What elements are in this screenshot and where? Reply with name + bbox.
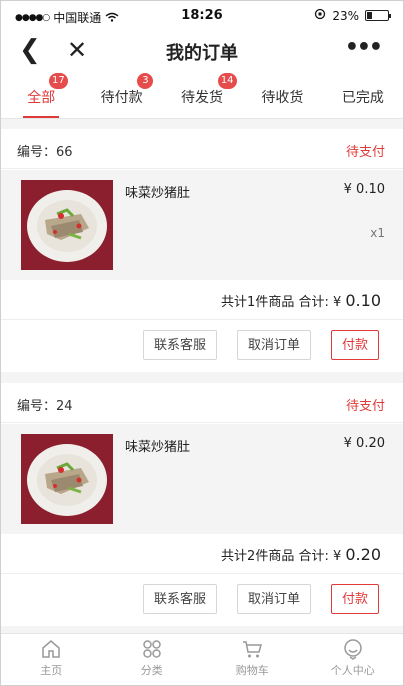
contact-service-button[interactable]: 联系客服 bbox=[143, 584, 218, 614]
order-tabs: 全部 17 待付款 3 待发货 14 待收货 已完成 bbox=[1, 71, 403, 119]
category-icon bbox=[143, 640, 161, 658]
tab-badge: 3 bbox=[137, 73, 154, 89]
product-quantity: x1 bbox=[370, 226, 385, 240]
product-name: 味菜炒猪肚 bbox=[125, 440, 191, 455]
bottom-tab-home[interactable]: 主页 bbox=[1, 634, 102, 685]
product-image bbox=[21, 180, 113, 270]
tab-pending-receipt[interactable]: 待收货 bbox=[242, 71, 322, 118]
product-price: ¥ 0.10 bbox=[343, 182, 385, 197]
product-image bbox=[21, 434, 113, 524]
orientation-lock-icon bbox=[314, 8, 326, 23]
summary-label: 共计2件商品 合计: ¥ bbox=[221, 549, 342, 564]
tab-pending-payment[interactable]: 待付款 3 bbox=[81, 71, 161, 118]
cancel-order-button[interactable]: 取消订单 bbox=[237, 584, 312, 614]
product-price: ¥ 0.20 bbox=[343, 436, 385, 451]
bottom-tab-cart[interactable]: 购物车 bbox=[202, 634, 303, 685]
order-status: 待支付 bbox=[345, 399, 385, 414]
order-number: 编号：66 bbox=[17, 145, 73, 160]
status-bar: ●●●●○ 中国联通 18:26 23% bbox=[1, 1, 403, 31]
profile-icon bbox=[344, 639, 362, 660]
order-number: 编号：24 bbox=[17, 399, 73, 414]
pay-button[interactable]: 付款 bbox=[331, 584, 380, 614]
order-card: 编号：66 待支付 味菜炒猪肚 ¥ 0.10 x1 共计1件商品 合计: ¥ 0… bbox=[1, 129, 403, 372]
page-title: 我的订单 bbox=[166, 43, 238, 64]
summary-total: 0.20 bbox=[345, 545, 381, 564]
bottom-tab-category[interactable]: 分类 bbox=[102, 634, 203, 685]
more-icon[interactable]: ••• bbox=[345, 35, 383, 60]
cancel-order-button[interactable]: 取消订单 bbox=[237, 330, 312, 360]
order-actions: 联系客服 取消订单 付款 bbox=[1, 320, 403, 372]
product-name: 味菜炒猪肚 bbox=[125, 186, 191, 201]
order-summary: 共计1件商品 合计: ¥ 0.10 bbox=[1, 280, 403, 320]
phone-screen: ●●●●○ 中国联通 18:26 23% ❮ ✕ 我的订单 ••• 全部 17 … bbox=[0, 0, 404, 686]
tab-badge: 14 bbox=[217, 73, 237, 89]
tab-pending-shipment[interactable]: 待发货 14 bbox=[162, 71, 242, 118]
order-summary: 共计2件商品 合计: ¥ 0.20 bbox=[1, 534, 403, 574]
contact-service-button[interactable]: 联系客服 bbox=[143, 330, 218, 360]
bottom-tab-bar: 主页 分类 购物车 个人中心 bbox=[1, 633, 403, 685]
battery-percent: 23% bbox=[332, 8, 359, 23]
pay-button[interactable]: 付款 bbox=[331, 330, 380, 360]
summary-total: 0.10 bbox=[345, 291, 381, 310]
cart-icon bbox=[243, 641, 263, 658]
order-item[interactable]: 味菜炒猪肚 ¥ 0.10 x1 bbox=[1, 170, 403, 280]
summary-label: 共计1件商品 合计: ¥ bbox=[221, 295, 342, 310]
bottom-tab-profile[interactable]: 个人中心 bbox=[303, 634, 404, 685]
tab-badge: 17 bbox=[49, 73, 68, 89]
order-status: 待支付 bbox=[345, 145, 385, 160]
tab-all[interactable]: 全部 17 bbox=[1, 71, 81, 118]
order-actions: 联系客服 取消订单 付款 bbox=[1, 574, 403, 626]
tab-completed[interactable]: 已完成 bbox=[323, 71, 403, 118]
nav-bar: ❮ ✕ 我的订单 ••• bbox=[1, 31, 403, 71]
order-item[interactable]: 味菜炒猪肚 ¥ 0.20 bbox=[1, 424, 403, 534]
battery-icon bbox=[365, 10, 391, 21]
home-icon bbox=[42, 640, 60, 658]
order-card: 编号：24 待支付 味菜炒猪肚 ¥ 0.20 共计2件商品 合计: ¥ 0.20… bbox=[1, 383, 403, 626]
